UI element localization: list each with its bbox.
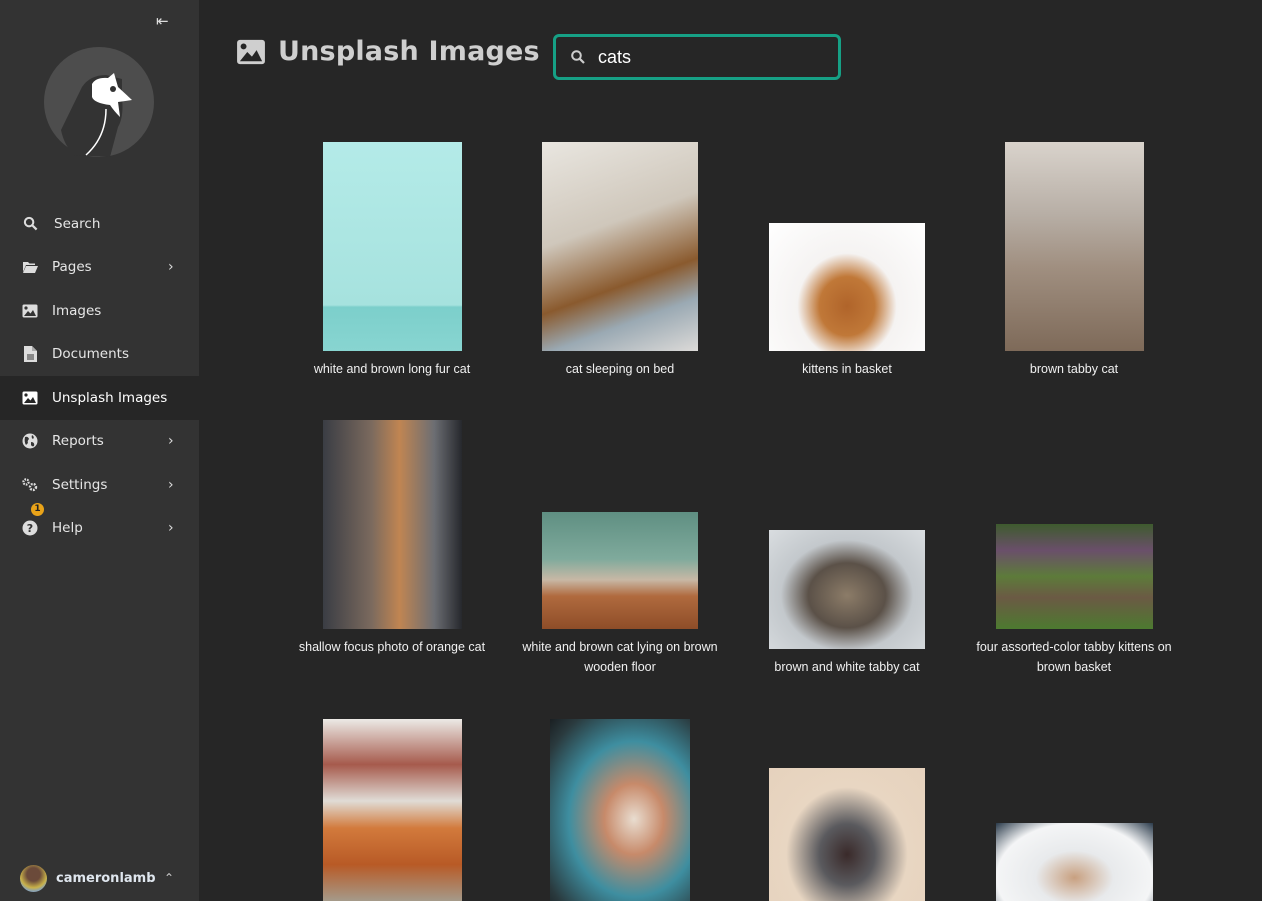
search-icon: [22, 216, 38, 232]
svg-text:?: ?: [27, 522, 33, 535]
chevron-up-icon: ⌃: [164, 871, 175, 885]
sidebar-item-settings[interactable]: Settings ›: [0, 463, 199, 507]
image-icon: [22, 303, 38, 319]
username: cameronlamb: [56, 870, 156, 886]
image-thumbnail[interactable]: [323, 420, 462, 629]
image-thumbnail[interactable]: [996, 823, 1153, 901]
sidebar-item-label: Help: [52, 520, 83, 537]
collapse-sidebar-button[interactable]: ⇤: [156, 12, 169, 30]
image-thumbnail[interactable]: [323, 719, 462, 901]
sidebar-item-label: Pages: [52, 259, 92, 276]
image-thumbnail[interactable]: [542, 142, 698, 351]
image-thumbnail[interactable]: [323, 142, 462, 351]
globe-icon: [22, 433, 38, 449]
user-menu[interactable]: cameronlamb ⌃: [0, 860, 199, 896]
sidebar-item-label: Reports: [52, 433, 104, 450]
page-title: Unsplash Images: [278, 36, 540, 67]
sidebar: ⇤ Search Pages › Images Documents Unspla…: [0, 0, 199, 901]
sidebar-item-label: Settings: [52, 476, 108, 493]
sidebar-nav: Search Pages › Images Documents Unsplash…: [0, 202, 199, 550]
sidebar-item-label: Unsplash Images: [52, 389, 168, 406]
cogs-icon: [22, 477, 38, 493]
image-thumbnail[interactable]: [1005, 142, 1144, 351]
chevron-right-icon: ›: [168, 433, 174, 450]
image-icon: [22, 390, 38, 406]
chevron-right-icon: ›: [168, 476, 174, 493]
image-thumbnail[interactable]: [769, 223, 925, 351]
search-input[interactable]: [598, 46, 818, 68]
avatar: [20, 864, 47, 892]
image-caption: four assorted-color tabby kittens on bro…: [976, 640, 1172, 674]
image-caption: kittens in basket: [802, 362, 892, 376]
sidebar-item-search[interactable]: Search: [0, 202, 199, 246]
chevron-right-icon: ›: [168, 520, 174, 537]
image-caption: white and brown cat lying on brown woode…: [522, 640, 718, 674]
sidebar-item-help[interactable]: ? 1 Help ›: [0, 502, 199, 551]
document-icon: [22, 346, 38, 363]
image-icon: [237, 39, 265, 64]
chevron-right-icon: ›: [168, 259, 174, 276]
image-caption: white and brown long fur cat: [313, 362, 471, 376]
sidebar-item-label: Images: [52, 302, 102, 319]
wagtail-logo: [44, 47, 154, 157]
folder-open-icon: [22, 259, 38, 275]
image-thumbnail[interactable]: [769, 530, 925, 649]
image-thumbnail[interactable]: [550, 719, 690, 901]
image-caption: brown and white tabby cat: [774, 660, 920, 674]
page-header: Unsplash Images: [236, 36, 540, 67]
sidebar-item-pages[interactable]: Pages ›: [0, 246, 199, 290]
search-box[interactable]: [553, 34, 841, 80]
image-thumbnail[interactable]: [769, 768, 925, 901]
image-thumbnail[interactable]: [542, 512, 698, 629]
sidebar-item-images[interactable]: Images: [0, 289, 199, 333]
sidebar-item-label: Documents: [52, 346, 129, 363]
sidebar-item-documents[interactable]: Documents: [0, 333, 199, 377]
help-icon: ?: [22, 520, 38, 536]
notification-badge: 1: [31, 502, 44, 516]
arrow-left-bar-icon: ⇤: [156, 12, 169, 30]
image-caption: cat sleeping on bed: [565, 362, 675, 376]
sidebar-item-unsplash-images[interactable]: Unsplash Images: [0, 376, 199, 420]
image-caption: shallow focus photo of orange cat: [298, 640, 486, 654]
sidebar-item-reports[interactable]: Reports ›: [0, 420, 199, 464]
sidebar-item-label: Search: [54, 215, 101, 232]
search-icon: [571, 50, 585, 64]
image-thumbnail[interactable]: [996, 524, 1153, 629]
image-caption: brown tabby cat: [1029, 362, 1119, 376]
